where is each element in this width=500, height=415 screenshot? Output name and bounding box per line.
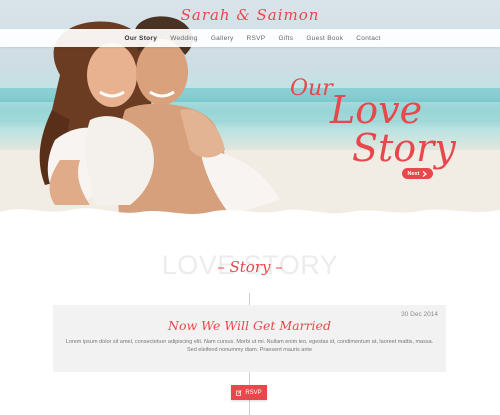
nav-item-rsvp[interactable]: RSVP <box>240 35 272 42</box>
story-card: 30 Dec 2014 Now We Will Get Married Lore… <box>53 305 446 372</box>
rsvp-button[interactable]: RSVP <box>231 385 267 400</box>
nav-item-wedding[interactable]: Wedding <box>164 35 205 42</box>
nav-item-guest-book[interactable]: Guest Book <box>300 35 350 42</box>
chevron-right-icon <box>423 170 428 177</box>
rsvp-button-label: RSVP <box>245 389 262 396</box>
nav-item-gifts[interactable]: Gifts <box>272 35 300 42</box>
hero-title-story: Story <box>352 126 456 170</box>
next-button-label: Next <box>407 170 420 177</box>
next-button[interactable]: Next <box>402 168 433 179</box>
hero-section: Sarah & Saimon Our Story Wedding Gallery… <box>0 0 500 222</box>
site-logo[interactable]: Sarah & Saimon <box>0 6 500 24</box>
edit-icon <box>236 389 242 396</box>
story-text: Lorem ipsum dolor sit amel, consectetuer… <box>65 339 434 353</box>
section-heading: – Story – <box>217 258 283 276</box>
story-title: Now We Will Get Married <box>168 318 331 333</box>
nav-items: Our Story Wedding Gallery RSVP Gifts Gue… <box>118 29 387 47</box>
nav-item-our-story[interactable]: Our Story <box>118 35 164 42</box>
nav-item-gallery[interactable]: Gallery <box>204 35 240 42</box>
hero-title-our: Our <box>290 76 333 101</box>
main-navigation: Our Story Wedding Gallery RSVP Gifts Gue… <box>0 29 500 47</box>
wave-divider <box>0 208 500 222</box>
nav-item-contact[interactable]: Contact <box>350 35 388 42</box>
story-date: 30 Dec 2014 <box>401 311 438 318</box>
